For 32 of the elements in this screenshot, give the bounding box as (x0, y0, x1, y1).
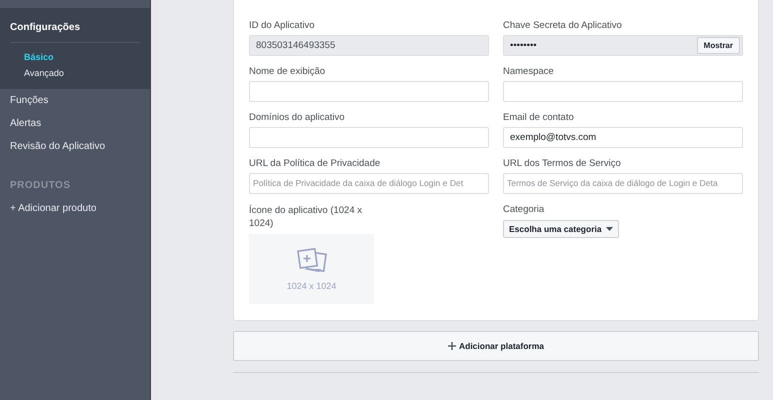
field-label: URL da Política de Privacidade (249, 158, 382, 169)
category-dropdown[interactable]: Escolha uma categoria (503, 220, 619, 238)
field-label: URL dos Termos de Serviço (503, 158, 622, 169)
field-label: Namespace (503, 66, 555, 77)
text-field[interactable]: exemplo@totvs.com (503, 127, 743, 148)
show-button[interactable]: Mostrar (696, 37, 740, 54)
plus-icon (448, 342, 456, 350)
field-label: Email de contato (503, 112, 575, 123)
add-platform-button[interactable]: Adicionar plataforma (233, 331, 759, 361)
text-field[interactable]: Termos de Serviço da caixa de diálogo de Login e Deta (503, 173, 743, 194)
sidebar-item[interactable]: Funções (0, 89, 150, 112)
app-id-field[interactable]: 803503146493355 (249, 35, 489, 56)
field-label: Nome de exibição (249, 66, 326, 77)
field-label: Categoria (503, 204, 546, 215)
sidebar-subitem[interactable]: Básico (0, 49, 150, 65)
field-label: ID do Aplicativo (249, 20, 316, 31)
add-product-link[interactable]: + Adicionar produto (0, 197, 150, 220)
image-size-caption: 1024 x 1024 (286, 281, 336, 291)
sidebar-item[interactable]: Revisão do Aplicativo (0, 135, 150, 158)
field-label: Ícone do aplicativo (1024 x 1024) (249, 204, 364, 230)
caret-icon (606, 227, 613, 231)
text-field[interactable]: Política de Privacidade da caixa de diálogo Login e Det (249, 173, 489, 194)
field-label: Domínios do aplicativo (249, 112, 346, 123)
sidebar-subitem[interactable]: Avançado (0, 65, 150, 81)
field-label: Chave Secreta do Aplicativo (503, 20, 623, 31)
text-field[interactable] (249, 127, 489, 148)
section-title: PRODUTOS (9, 179, 72, 193)
sidebar-item[interactable]: Configurações (0, 16, 150, 39)
secret-key-field[interactable]: •••••••• Mostrar (503, 35, 743, 56)
text-field[interactable] (249, 81, 489, 102)
text-field[interactable] (503, 81, 743, 102)
sidebar-item[interactable]: Alertas (0, 112, 150, 135)
